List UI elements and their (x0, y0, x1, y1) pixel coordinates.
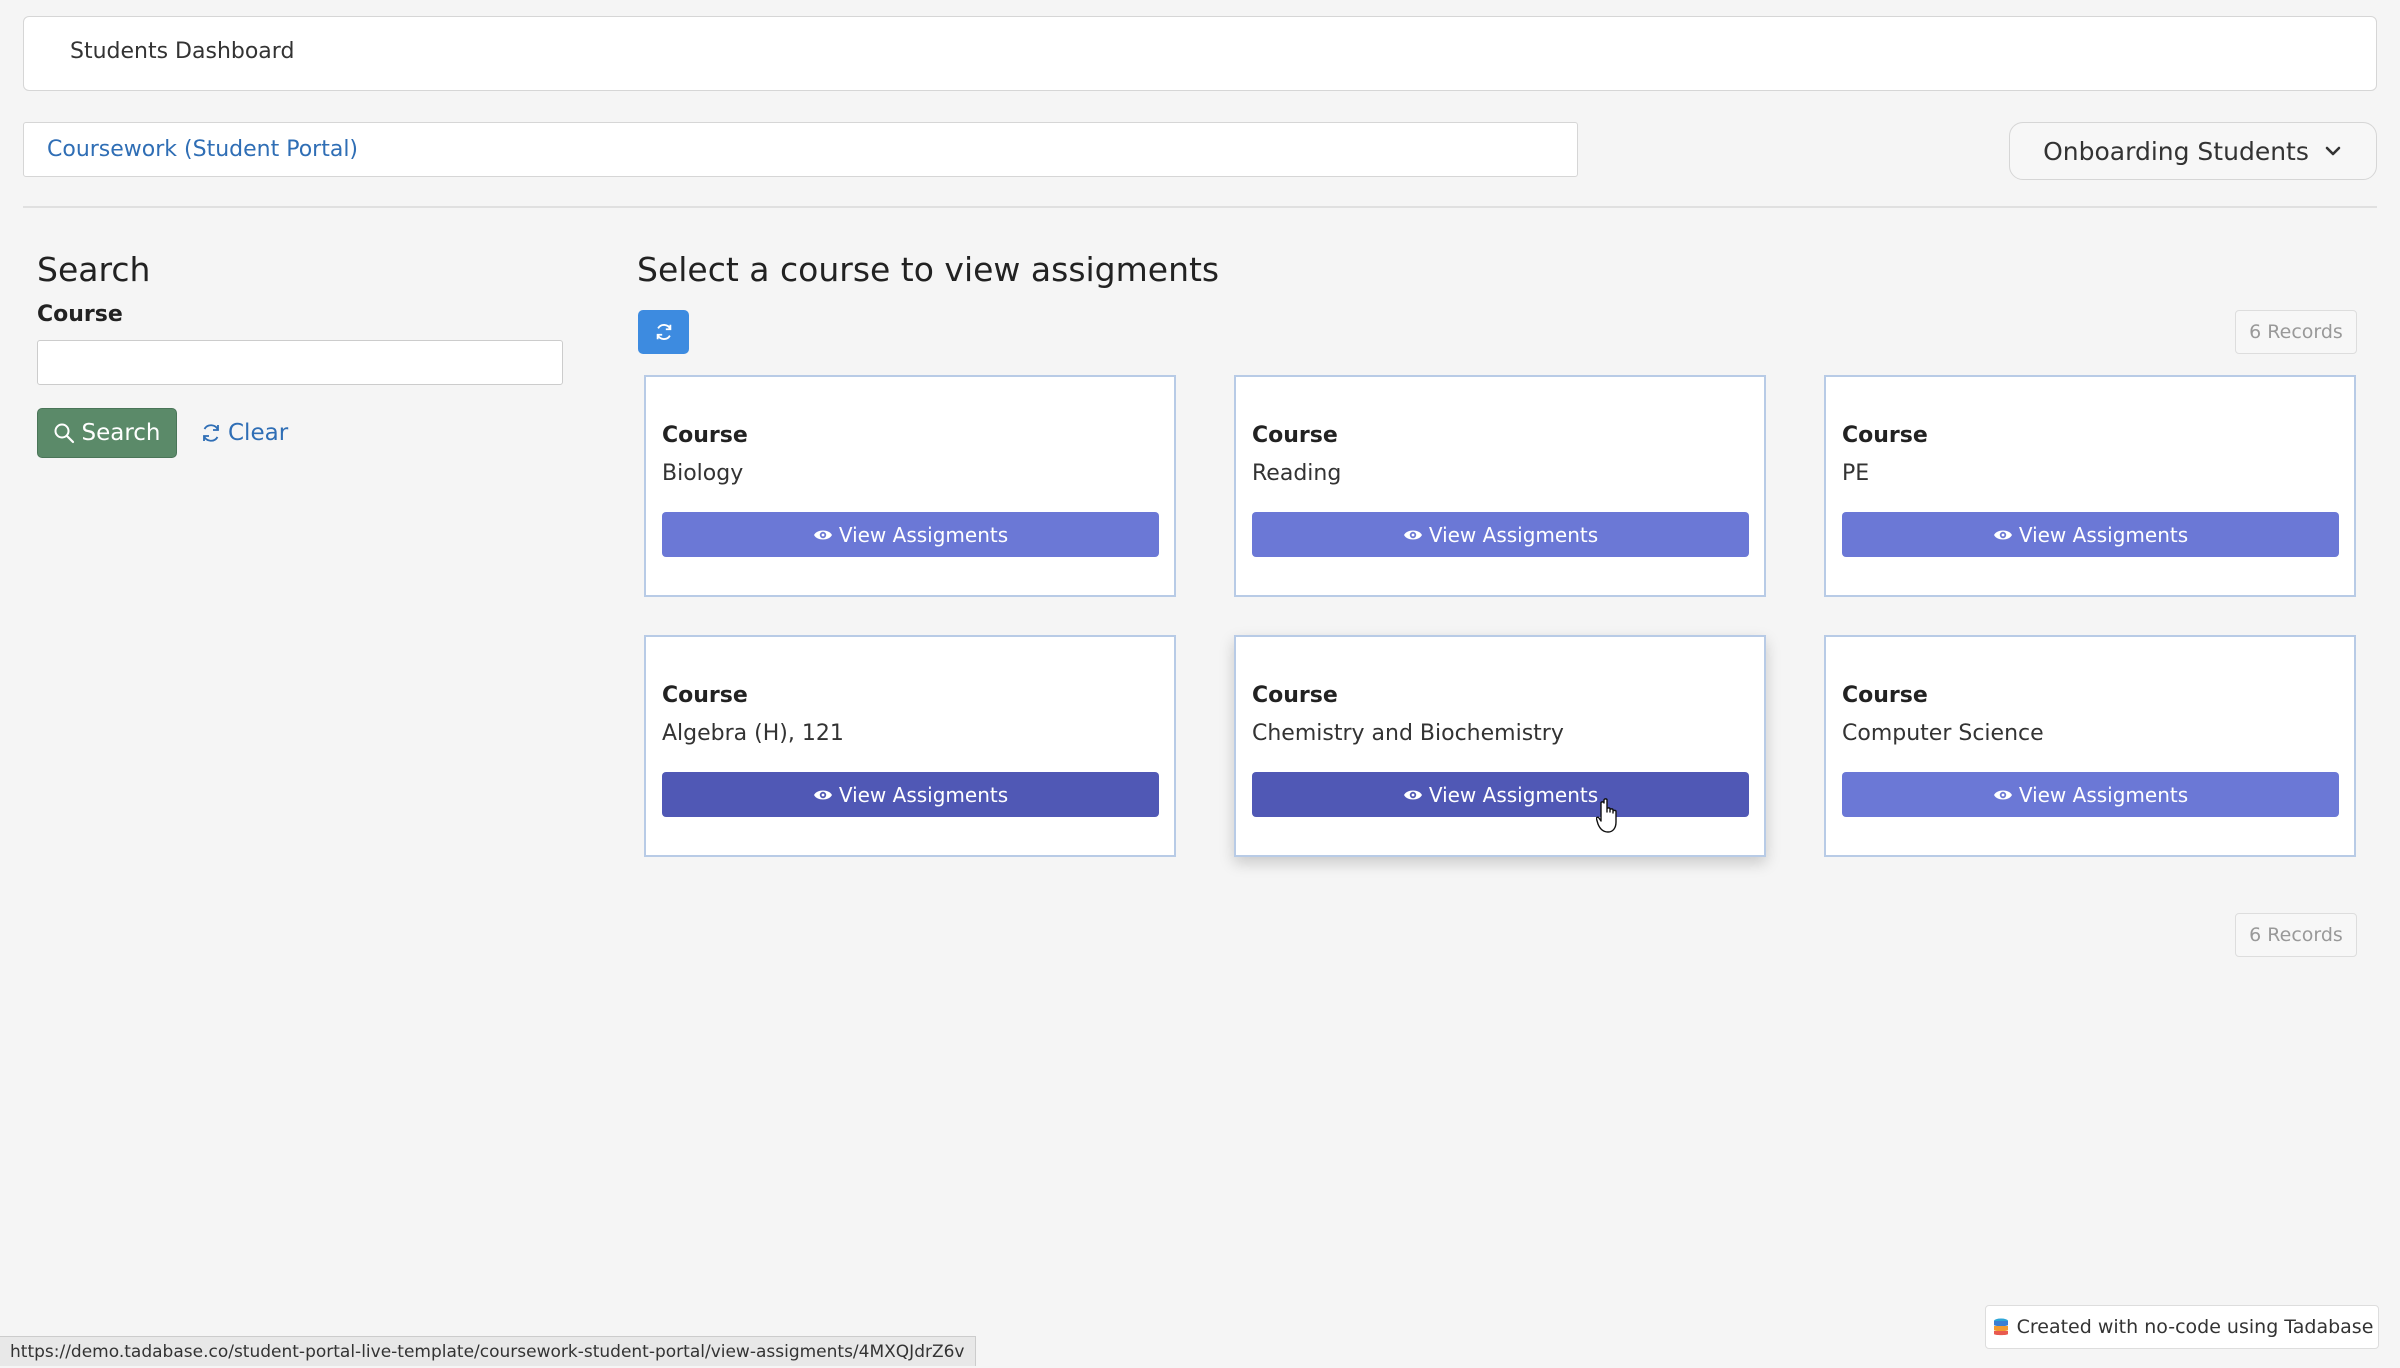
course-card-label: Course (662, 423, 748, 448)
view-assignments-button[interactable]: View Assigments (1842, 772, 2339, 817)
search-button[interactable]: Search (37, 408, 177, 458)
course-card-value: Computer Science (1842, 721, 2044, 746)
course-card-value: PE (1842, 461, 1870, 486)
nav-link-coursework[interactable]: Coursework (Student Portal) (47, 137, 358, 162)
course-card: Course Computer Science View Assigments (1824, 635, 2356, 857)
eye-icon (813, 790, 832, 799)
view-assignments-label: View Assigments (838, 522, 1009, 547)
view-assignments-button[interactable]: View Assigments (662, 512, 1159, 557)
course-card: Course Algebra (H), 121 View Assigments (644, 635, 1176, 857)
view-assignments-label: View Assigments (2018, 522, 2189, 547)
course-card-value: Reading (1252, 461, 1342, 486)
course-field-label: Course (37, 302, 123, 327)
eye-icon (1993, 530, 2012, 539)
eye-icon (1403, 530, 1422, 539)
course-card: Course Biology View Assigments (644, 375, 1176, 597)
clear-button[interactable]: Clear (200, 408, 288, 458)
refresh-icon (203, 424, 219, 442)
course-search-input[interactable] (37, 340, 563, 385)
tadabase-badge[interactable]: Created with no-code using Tadabase (1985, 1305, 2379, 1349)
sidebar-title: Search (37, 250, 151, 289)
nav-bar: Coursework (Student Portal) (23, 122, 1578, 177)
search-button-label: Search (81, 420, 161, 446)
divider (23, 206, 2377, 208)
course-card: Course PE View Assigments (1824, 375, 2356, 597)
view-assignments-label: View Assigments (2018, 782, 2189, 807)
course-card: Course Reading View Assigments (1234, 375, 1766, 597)
view-assignments-button[interactable]: View Assigments (662, 772, 1159, 817)
main-title: Select a course to view assigments (637, 250, 1220, 289)
eye-icon (1993, 790, 2012, 799)
search-icon (54, 423, 75, 444)
eye-icon (813, 530, 832, 539)
view-assignments-label: View Assigments (1428, 782, 1599, 807)
clear-button-label: Clear (228, 420, 289, 446)
role-dropdown[interactable]: Onboarding Students (2009, 122, 2377, 180)
role-dropdown-label: Onboarding Students (2043, 136, 2309, 166)
records-count-bottom: 6 Records (2235, 913, 2357, 957)
course-card-value: Chemistry and Biochemistry (1252, 721, 1564, 746)
view-assignments-label: View Assigments (1428, 522, 1599, 547)
tadabase-badge-label: Created with no-code using Tadabase (2016, 1316, 2374, 1338)
course-card-value: Biology (662, 461, 744, 486)
course-card-value: Algebra (H), 121 (662, 721, 844, 746)
course-card-label: Course (1252, 683, 1338, 708)
view-assignments-button[interactable]: View Assigments (1252, 512, 1749, 557)
course-card-label: Course (1842, 683, 1928, 708)
app-title: Students Dashboard (70, 39, 295, 64)
view-assignments-label: View Assigments (838, 782, 1009, 807)
hand-cursor-icon (1596, 798, 1617, 833)
header-bar: Students Dashboard (23, 16, 2377, 91)
status-bar-url: https://demo.tadabase.co/student-portal-… (0, 1336, 976, 1366)
course-card-label: Course (662, 683, 748, 708)
course-card-label: Course (1252, 423, 1338, 448)
view-assignments-button[interactable]: View Assigments (1842, 512, 2339, 557)
refresh-button[interactable] (638, 310, 689, 354)
course-card: Course Chemistry and Biochemistry View A… (1234, 635, 1766, 857)
database-icon (1993, 1318, 2008, 1336)
view-assignments-button[interactable]: View Assigments (1252, 772, 1749, 817)
records-count-top: 6 Records (2235, 310, 2357, 354)
course-card-label: Course (1842, 423, 1928, 448)
chevron-down-icon (2325, 146, 2341, 156)
eye-icon (1403, 790, 1422, 799)
refresh-icon (656, 324, 671, 340)
